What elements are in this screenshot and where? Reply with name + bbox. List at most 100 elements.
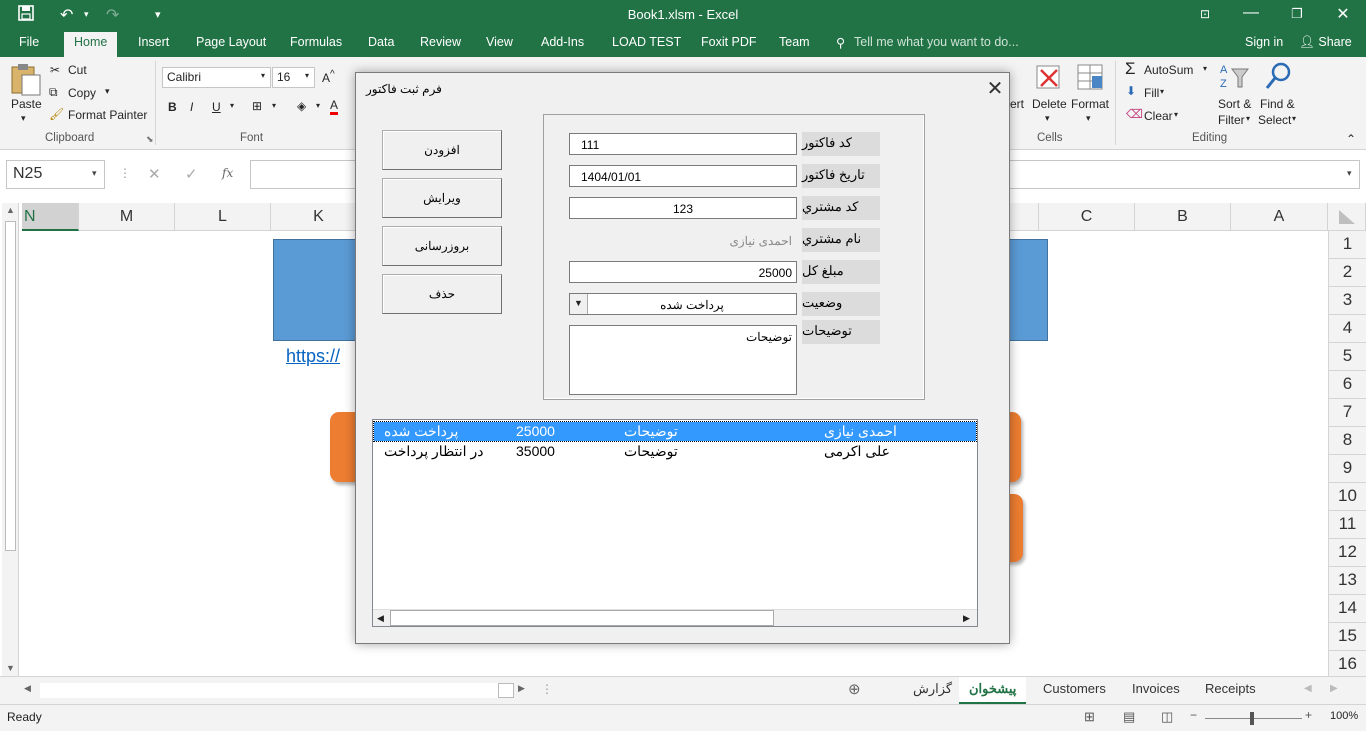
format-dropdown-icon[interactable]: ▾ bbox=[1086, 113, 1091, 124]
sort-filter-label-1[interactable]: Sort & bbox=[1218, 97, 1251, 111]
tab-foxit-pdf[interactable]: Foxit PDF bbox=[701, 35, 757, 49]
find-select-label-1[interactable]: Find & bbox=[1260, 97, 1295, 111]
paste-button[interactable] bbox=[10, 63, 42, 100]
tab-page-layout[interactable]: Page Layout bbox=[196, 35, 266, 49]
clear-dropdown-icon[interactable]: ▾ bbox=[1174, 110, 1178, 119]
enter-entry-icon[interactable]: ✓ bbox=[185, 165, 198, 183]
sheet-tab-customers[interactable]: Customers bbox=[1043, 681, 1106, 696]
tab-data[interactable]: Data bbox=[368, 35, 394, 49]
clipboard-launcher-icon[interactable]: ⬊ bbox=[146, 134, 154, 145]
listbox-scroll-left-icon[interactable]: ◀ bbox=[377, 613, 384, 624]
font-name-box[interactable]: Calibri bbox=[162, 67, 271, 88]
format-painter-button[interactable]: Format Painter bbox=[68, 108, 147, 122]
italic-icon[interactable]: I bbox=[190, 100, 193, 114]
tab-home[interactable]: Home bbox=[64, 32, 118, 57]
invoice-code-input[interactable]: 111 bbox=[569, 133, 797, 155]
row-header[interactable]: 9 bbox=[1328, 455, 1366, 483]
row-header[interactable]: 6 bbox=[1328, 371, 1366, 399]
row-header[interactable]: 10 bbox=[1328, 483, 1366, 511]
column-header-n[interactable]: N bbox=[22, 203, 79, 231]
autosum-dropdown-icon[interactable]: ▾ bbox=[1203, 64, 1207, 73]
zoom-in-icon[interactable]: + bbox=[1305, 708, 1312, 722]
underline-dropdown-icon[interactable]: ▾ bbox=[230, 101, 234, 110]
name-box[interactable]: N25 bbox=[6, 160, 105, 189]
column-header-b[interactable]: B bbox=[1135, 203, 1231, 231]
horizontal-scroll-track[interactable] bbox=[40, 683, 498, 698]
sign-in-link[interactable]: Sign in bbox=[1245, 35, 1283, 49]
list-item[interactable]: پرداخت شده 25000 توضیحات احمدی نیازی bbox=[373, 421, 977, 442]
fill-button[interactable]: Fill bbox=[1144, 86, 1159, 100]
copy-button[interactable]: Copy bbox=[68, 86, 96, 100]
splitter-icon[interactable]: ⋮ bbox=[541, 682, 553, 696]
dialog-close-icon[interactable]: ✕ bbox=[982, 76, 1008, 101]
tab-insert[interactable]: Insert bbox=[138, 35, 169, 49]
row-header[interactable]: 7 bbox=[1328, 399, 1366, 427]
edit-button[interactable]: ویرایش bbox=[382, 178, 502, 218]
delete-button[interactable]: حذف bbox=[382, 274, 502, 314]
hscroll-left-icon[interactable]: ◀ bbox=[24, 683, 31, 694]
column-header-c[interactable]: C bbox=[1039, 203, 1135, 231]
cut-button[interactable]: Cut bbox=[68, 63, 87, 77]
row-header[interactable]: 14 bbox=[1328, 595, 1366, 623]
new-sheet-icon[interactable]: ⊕ bbox=[848, 680, 861, 698]
listbox-scroll-right-icon[interactable]: ▶ bbox=[963, 613, 970, 624]
zoom-level[interactable]: 100% bbox=[1330, 710, 1358, 722]
close-window-icon[interactable]: ✕ bbox=[1328, 4, 1358, 24]
find-select-dropdown-icon[interactable]: ▾ bbox=[1292, 114, 1296, 123]
select-all-corner[interactable] bbox=[1328, 203, 1366, 231]
row-header[interactable]: 11 bbox=[1328, 511, 1366, 539]
sheet-tab-report[interactable]: گزارش bbox=[913, 681, 952, 697]
zoom-out-icon[interactable]: − bbox=[1190, 708, 1197, 722]
fill-color-icon[interactable]: ◈ bbox=[297, 99, 306, 113]
sheet-tab-invoices[interactable]: Invoices bbox=[1132, 681, 1180, 696]
invoice-date-input[interactable]: 1404/01/01 bbox=[569, 165, 797, 187]
tab-team[interactable]: Team bbox=[779, 35, 810, 49]
column-header-m[interactable]: M bbox=[79, 203, 175, 231]
zoom-slider-thumb[interactable] bbox=[1250, 712, 1254, 725]
delete-dropdown-icon[interactable]: ▾ bbox=[1045, 113, 1050, 124]
font-color-icon[interactable]: A bbox=[330, 98, 339, 115]
customer-name-input[interactable]: احمدی نیازی bbox=[569, 229, 797, 251]
row-header[interactable]: 5 bbox=[1328, 343, 1366, 371]
scroll-up-icon[interactable]: ▲ bbox=[6, 205, 15, 215]
row-header[interactable]: 13 bbox=[1328, 567, 1366, 595]
find-select-label-2[interactable]: Select bbox=[1258, 113, 1291, 127]
borders-dropdown-icon[interactable]: ▾ bbox=[272, 101, 276, 110]
listbox-scroll-thumb[interactable] bbox=[390, 610, 774, 626]
grow-font-icon[interactable]: A^ bbox=[322, 69, 335, 85]
sheet-tab-receipts[interactable]: Receipts bbox=[1205, 681, 1256, 696]
row-header[interactable]: 8 bbox=[1328, 427, 1366, 455]
column-header-k[interactable]: K bbox=[271, 203, 367, 231]
delete-button[interactable]: Delete bbox=[1032, 97, 1067, 111]
column-header-l[interactable]: L bbox=[175, 203, 271, 231]
row-header[interactable]: 1 bbox=[1328, 231, 1366, 259]
tab-add-ins[interactable]: Add-Ins bbox=[541, 35, 584, 49]
tab-file[interactable]: File bbox=[19, 35, 39, 49]
name-box-dropdown-icon[interactable]: ▾ bbox=[92, 168, 97, 179]
row-header[interactable]: 12 bbox=[1328, 539, 1366, 567]
vertical-scroll-thumb[interactable] bbox=[5, 221, 16, 551]
sort-filter-label-2[interactable]: Filter bbox=[1218, 113, 1245, 127]
row-header[interactable]: 16 bbox=[1328, 651, 1366, 679]
restore-icon[interactable]: ❐ bbox=[1282, 6, 1312, 22]
horizontal-scroll-thumb[interactable] bbox=[498, 683, 514, 698]
row-header[interactable]: 2 bbox=[1328, 259, 1366, 287]
total-amount-input[interactable]: 25000 bbox=[569, 261, 797, 283]
list-item[interactable]: در انتظار پرداخت 35000 توضیحات علی اکرمی bbox=[374, 442, 976, 461]
update-button[interactable]: بروزرسانی bbox=[382, 226, 502, 266]
column-header-partial[interactable] bbox=[1010, 203, 1039, 231]
ribbon-display-icon[interactable]: ⊡ bbox=[1190, 7, 1220, 21]
page-layout-view-icon[interactable]: ▤ bbox=[1123, 709, 1135, 725]
status-dropdown-icon[interactable]: ▼ bbox=[570, 294, 588, 314]
tab-review[interactable]: Review bbox=[420, 35, 461, 49]
tab-view[interactable]: View bbox=[486, 35, 513, 49]
autosum-button[interactable]: AutoSum bbox=[1144, 63, 1193, 77]
sheet-hyperlink[interactable]: https:// bbox=[286, 346, 340, 367]
invoice-listbox[interactable]: پرداخت شده 25000 توضیحات احمدی نیازی در … bbox=[372, 419, 978, 627]
sort-filter-dropdown-icon[interactable]: ▾ bbox=[1246, 114, 1250, 123]
add-button[interactable]: افزودن bbox=[382, 130, 502, 170]
font-size-dropdown-icon[interactable]: ▾ bbox=[305, 71, 309, 80]
tell-me-box[interactable]: Tell me what you want to do... bbox=[854, 35, 1019, 49]
underline-icon[interactable]: U bbox=[212, 100, 221, 114]
sheet-nav-left-icon[interactable]: ◀ bbox=[1304, 683, 1312, 694]
